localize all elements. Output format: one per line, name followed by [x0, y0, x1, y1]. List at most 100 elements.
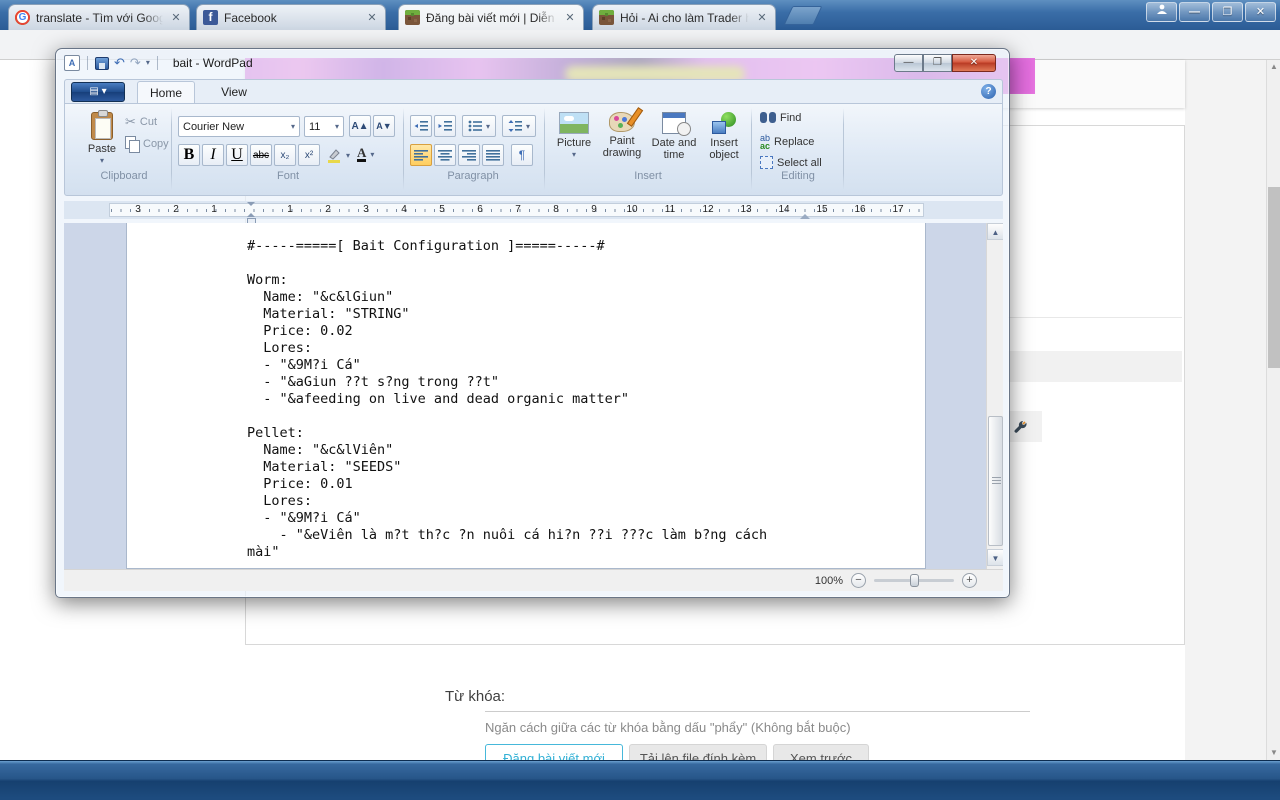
- paint-drawing-button[interactable]: Paint drawing: [599, 110, 645, 174]
- undo-icon[interactable]: ↶: [114, 55, 125, 71]
- zoom-in-button[interactable]: +: [962, 573, 977, 588]
- document-text[interactable]: #-----=====[ Bait Configuration ]=====--…: [247, 238, 767, 561]
- ruler-numbers-right: 1 2 3 4 5 6 7 8 9 10 11 12 13 14 15 16 17: [287, 204, 904, 215]
- scroll-thumb[interactable]: [988, 416, 1003, 546]
- paint-palette-icon: [609, 112, 635, 132]
- close-button[interactable]: ✕: [1245, 2, 1276, 22]
- scroll-up-icon[interactable]: ▲: [987, 223, 1003, 240]
- scroll-down-icon[interactable]: ▼: [1267, 746, 1280, 760]
- underline-button[interactable]: U: [226, 144, 248, 166]
- close-button[interactable]: ✕: [952, 54, 996, 72]
- shrink-font-button[interactable]: A▼: [373, 115, 395, 137]
- zoom-level: 100%: [814, 574, 843, 587]
- copy-button[interactable]: Copy: [125, 136, 169, 153]
- scissors-icon: ✂: [125, 114, 136, 129]
- new-tab-button[interactable]: [783, 6, 823, 25]
- font-color-button[interactable]: A ▾: [357, 146, 374, 162]
- wordpad-menu-button[interactable]: ▤ ▾: [71, 82, 125, 102]
- save-icon[interactable]: [95, 56, 109, 70]
- maximize-button[interactable]: ❐: [1212, 2, 1243, 22]
- strikethrough-button[interactable]: abc: [250, 144, 272, 166]
- wordpad-window-controls: — ❐ ✕: [894, 54, 996, 72]
- align-left-button[interactable]: [410, 144, 432, 166]
- browser-window-controls: — ❐ ✕: [1146, 2, 1276, 22]
- scroll-down-icon[interactable]: ▼: [987, 549, 1003, 566]
- italic-button[interactable]: I: [202, 144, 224, 166]
- calendar-clock-icon: [662, 112, 691, 136]
- align-right-button[interactable]: [458, 144, 480, 166]
- zoom-slider[interactable]: [874, 574, 954, 587]
- document-scrollbar[interactable]: ▲ ▼: [986, 223, 1003, 569]
- replace-button[interactable]: ab ac Replace: [760, 134, 814, 151]
- decrease-indent-button[interactable]: [410, 115, 432, 137]
- insert-picture-button[interactable]: Picture ▾: [551, 110, 597, 174]
- justify-button[interactable]: [482, 144, 504, 166]
- minecraft-favicon: [405, 10, 420, 25]
- paste-button[interactable]: Paste ▾: [79, 110, 125, 174]
- wordpad-window: A ↶ ↷ ▾ bait - WordPad — ❐ ✕ ▤ ▾ Home Vi…: [55, 48, 1010, 598]
- zoom-slider-thumb[interactable]: [910, 574, 919, 587]
- bold-button[interactable]: B: [178, 144, 200, 166]
- editor-tools-button[interactable]: [1008, 411, 1042, 442]
- google-favicon: G: [15, 10, 30, 25]
- editor-toolbar: [1008, 351, 1182, 382]
- keyword-input[interactable]: [485, 711, 1030, 712]
- line-spacing-button[interactable]: ▾: [502, 115, 536, 137]
- tab-home[interactable]: Home: [137, 81, 195, 104]
- align-center-button[interactable]: [434, 144, 456, 166]
- tab-facebook[interactable]: f Facebook ✕: [196, 4, 386, 30]
- qat-dropdown-icon[interactable]: ▾: [146, 55, 150, 71]
- browser-tabstrip: G translate - Tìm với Googl ✕ f Facebook…: [0, 0, 1280, 30]
- align-center-icon: [438, 150, 452, 161]
- copy-icon: [125, 136, 140, 153]
- paragraph-dialog-button[interactable]: ¶: [511, 144, 533, 166]
- date-and-time-button[interactable]: Date and time: [649, 110, 699, 174]
- document-page[interactable]: #-----=====[ Bait Configuration ]=====--…: [126, 223, 926, 569]
- desktop: G translate - Tìm với Googl ✕ f Facebook…: [0, 0, 1280, 800]
- grow-font-button[interactable]: A▲: [349, 115, 371, 137]
- line-spacing-icon: [508, 120, 522, 132]
- align-right-icon: [462, 150, 476, 161]
- tab-close-icon[interactable]: ✕: [755, 11, 769, 25]
- increase-indent-button[interactable]: [434, 115, 456, 137]
- document-area: #-----=====[ Bait Configuration ]=====--…: [64, 223, 1003, 569]
- page-scrollbar[interactable]: ▲ ▼: [1266, 60, 1280, 760]
- find-button[interactable]: Find: [760, 112, 801, 124]
- tab-title: translate - Tìm với Googl: [36, 10, 163, 25]
- select-all-button[interactable]: Select all: [760, 156, 822, 169]
- indent-marker[interactable]: [247, 202, 256, 218]
- cut-button[interactable]: ✂ Cut: [125, 114, 157, 130]
- right-indent-marker[interactable]: [800, 209, 810, 219]
- font-size-select[interactable]: 11 ▾: [304, 116, 344, 137]
- tab-hoi-trader[interactable]: Hỏi - Ai cho làm Trader h ✕: [592, 4, 776, 30]
- tab-close-icon[interactable]: ✕: [563, 11, 577, 25]
- profile-icon[interactable]: [1146, 2, 1177, 22]
- help-icon[interactable]: ?: [981, 84, 996, 99]
- status-bar: 100% − +: [64, 569, 1003, 591]
- highlight-color-button[interactable]: ▾: [326, 148, 350, 163]
- bullets-button[interactable]: ▾: [462, 115, 496, 137]
- tab-translate[interactable]: G translate - Tìm với Googl ✕: [8, 4, 190, 30]
- tab-view[interactable]: View: [205, 81, 263, 104]
- font-group-label: Font: [276, 170, 299, 182]
- facebook-favicon: f: [203, 10, 218, 25]
- decrease-indent-icon: [414, 121, 428, 131]
- tab-create-thread[interactable]: Đăng bài viết mới | Diễn ✕: [398, 4, 584, 30]
- subscript-button[interactable]: x₂: [274, 144, 296, 166]
- redo-icon[interactable]: ↷: [130, 55, 141, 71]
- scroll-up-icon[interactable]: ▲: [1267, 60, 1280, 74]
- divider: [1008, 317, 1182, 318]
- maximize-button[interactable]: ❐: [923, 54, 952, 72]
- zoom-out-button[interactable]: −: [851, 573, 866, 588]
- wordpad-titlebar[interactable]: A ↶ ↷ ▾ bait - WordPad: [56, 49, 1009, 77]
- page-scroll-thumb[interactable]: [1268, 187, 1280, 368]
- tab-close-icon[interactable]: ✕: [169, 11, 183, 25]
- wordpad-app-icon: A: [64, 55, 80, 71]
- font-family-select[interactable]: Courier New ▾: [178, 116, 300, 137]
- minimize-button[interactable]: —: [1179, 2, 1210, 22]
- tab-close-icon[interactable]: ✕: [365, 11, 379, 25]
- superscript-button[interactable]: x²: [298, 144, 320, 166]
- picture-icon: [559, 112, 589, 134]
- minimize-button[interactable]: —: [894, 54, 923, 72]
- insert-object-button[interactable]: Insert object: [701, 110, 747, 174]
